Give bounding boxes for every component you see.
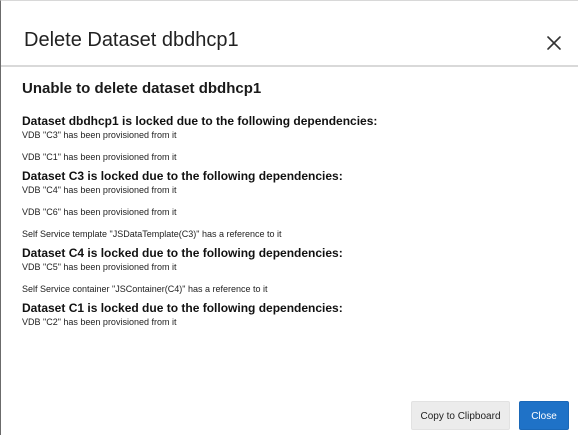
section-title: Dataset C4 is locked due to the followin… — [22, 246, 343, 260]
dependency-item: VDB "C2" has been provisioned from it — [22, 317, 177, 327]
section-title: Dataset C1 is locked due to the followin… — [22, 301, 343, 315]
dependency-item: VDB "C1" has been provisioned from it — [22, 152, 177, 162]
section-title: Dataset dbdhcp1 is locked due to the fol… — [22, 114, 378, 128]
section-title: Dataset C3 is locked due to the followin… — [22, 169, 343, 183]
dialog-header: Delete Dataset dbdhcp1 — [1, 1, 578, 67]
dependency-item: VDB "C3" has been provisioned from it — [22, 130, 177, 140]
dialog-body: Unable to delete dataset dbdhcp1 Dataset… — [22, 79, 562, 328]
dependency-item: VDB "C5" has been provisioned from it — [22, 262, 177, 272]
dependency-item: VDB "C4" has been provisioned from it — [22, 185, 177, 195]
delete-dataset-dialog: Delete Dataset dbdhcp1 Unable to delete … — [0, 0, 578, 435]
copy-to-clipboard-button[interactable]: Copy to Clipboard — [411, 401, 510, 430]
error-heading: Unable to delete dataset dbdhcp1 — [22, 80, 262, 97]
close-button[interactable]: Close — [519, 401, 569, 430]
dependency-item: VDB "C6" has been provisioned from it — [22, 207, 177, 217]
dependency-item: Self Service container "JSContainer(C4)"… — [22, 284, 268, 294]
close-icon[interactable] — [545, 34, 563, 52]
dependency-item: Self Service template "JSDataTemplate(C3… — [22, 229, 282, 239]
dialog-title: Delete Dataset dbdhcp1 — [24, 29, 239, 51]
